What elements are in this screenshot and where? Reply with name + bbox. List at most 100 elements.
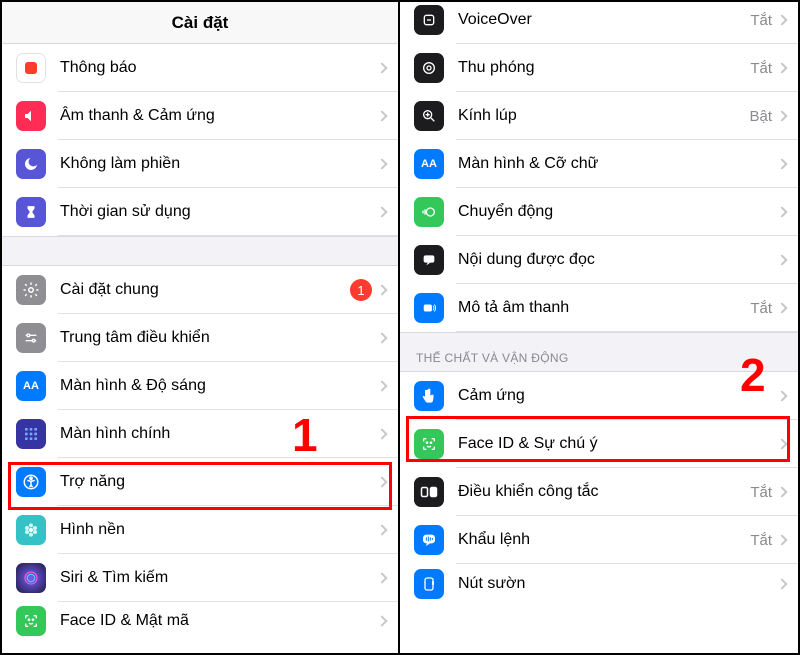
row-display[interactable]: AA Màn hình & Độ sáng <box>2 362 398 410</box>
row-voiceover[interactable]: VoiceOver Tắt <box>400 2 798 44</box>
row-accessibility[interactable]: Trợ năng <box>2 458 398 506</box>
accessibility-icon <box>16 467 46 497</box>
row-screentime[interactable]: Thời gian sử dụng <box>2 188 398 236</box>
chevron-right-icon <box>376 615 387 626</box>
chevron-right-icon <box>376 524 387 535</box>
moon-icon <box>16 149 46 179</box>
row-label: Màn hình & Cỡ chữ <box>458 155 778 173</box>
row-label: Không làm phiền <box>60 155 378 173</box>
row-status: Tắt <box>750 532 772 549</box>
chevron-right-icon <box>776 158 787 169</box>
speech-icon <box>414 245 444 275</box>
magnifier-icon <box>414 101 444 131</box>
zoom-icon <box>414 53 444 83</box>
row-notifications[interactable]: Thông báo <box>2 44 398 92</box>
chevron-right-icon <box>376 332 387 343</box>
row-label: Nút sườn <box>458 575 778 593</box>
row-label: Thời gian sử dụng <box>60 203 378 221</box>
row-sidebutton[interactable]: Nút sườn <box>400 564 798 604</box>
row-label: Màn hình chính <box>60 425 378 443</box>
chevron-right-icon <box>376 206 387 217</box>
settings-main-panel: Cài đặt Thông báo Âm thanh & Cảm ứng <box>2 2 400 653</box>
chevron-right-icon <box>776 390 787 401</box>
touch-icon <box>414 381 444 411</box>
row-siri[interactable]: Siri & Tìm kiếm <box>2 554 398 602</box>
row-audiodesc[interactable]: Mô tả âm thanh Tắt <box>400 284 798 332</box>
row-label: Thu phóng <box>458 59 750 77</box>
chevron-right-icon <box>776 206 787 217</box>
panel-title: Cài đặt <box>2 2 398 44</box>
face-icon <box>16 606 46 636</box>
row-label: Điều khiển công tắc <box>458 483 750 501</box>
chevron-right-icon <box>376 110 387 121</box>
chevron-right-icon <box>376 428 387 439</box>
row-homescreen[interactable]: Màn hình chính <box>2 410 398 458</box>
row-label: Thông báo <box>60 59 378 77</box>
chevron-right-icon <box>776 110 787 121</box>
row-label: Hình nền <box>60 521 378 539</box>
chevron-right-icon <box>776 62 787 73</box>
chevron-right-icon <box>376 62 387 73</box>
chevron-right-icon <box>376 284 387 295</box>
chevron-right-icon <box>776 578 787 589</box>
row-label: Mô tả âm thanh <box>458 299 750 317</box>
row-status: Tắt <box>750 12 772 29</box>
textsize-icon: AA <box>414 149 444 179</box>
chevron-right-icon <box>776 14 787 25</box>
row-voicecontrol[interactable]: Khẩu lệnh Tắt <box>400 516 798 564</box>
row-textsize[interactable]: AA Màn hình & Cỡ chữ <box>400 140 798 188</box>
row-label: Màn hình & Độ sáng <box>60 377 378 395</box>
row-spoken[interactable]: Nội dung được đọc <box>400 236 798 284</box>
accessibility-panel: VoiceOver Tắt Thu phóng Tắt Kính lúp Bật <box>400 2 798 653</box>
row-label: Kính lúp <box>458 107 749 125</box>
row-wallpaper[interactable]: Hình nền <box>2 506 398 554</box>
row-label: Âm thanh & Cảm ứng <box>60 107 378 125</box>
hourglass-icon <box>16 197 46 227</box>
row-zoom[interactable]: Thu phóng Tắt <box>400 44 798 92</box>
face-icon <box>414 429 444 459</box>
chevron-right-icon <box>776 254 787 265</box>
row-dnd[interactable]: Không làm phiền <box>2 140 398 188</box>
row-label: Chuyển động <box>458 203 778 221</box>
notification-badge: 1 <box>350 279 372 301</box>
audiodesc-icon <box>414 293 444 323</box>
flower-icon <box>16 515 46 545</box>
sidebutton-icon <box>414 569 444 599</box>
section-separator <box>2 236 398 266</box>
chevron-right-icon <box>376 158 387 169</box>
chevron-right-icon <box>776 486 787 497</box>
chevron-right-icon <box>776 302 787 313</box>
row-faceid[interactable]: Face ID & Mật mã <box>2 602 398 640</box>
chevron-right-icon <box>776 438 787 449</box>
row-status: Tắt <box>750 300 772 317</box>
switch-icon <box>414 477 444 507</box>
row-touch[interactable]: Cảm ứng <box>400 372 798 420</box>
grid-icon <box>16 419 46 449</box>
voiceover-icon <box>414 5 444 35</box>
section-header-physical: THỂ CHẤT VÀ VẬN ĐỘNG <box>400 332 798 372</box>
chevron-right-icon <box>376 380 387 391</box>
row-label: Khẩu lệnh <box>458 531 750 549</box>
row-label: Cảm ứng <box>458 387 778 405</box>
row-motion[interactable]: Chuyển động <box>400 188 798 236</box>
row-status: Tắt <box>750 484 772 501</box>
voicecontrol-icon <box>414 525 444 555</box>
bell-icon <box>16 53 46 83</box>
textsize-icon: AA <box>16 371 46 401</box>
row-label: VoiceOver <box>458 11 750 29</box>
motion-icon <box>414 197 444 227</box>
row-general[interactable]: Cài đặt chung 1 <box>2 266 398 314</box>
row-switchcontrol[interactable]: Điều khiển công tắc Tắt <box>400 468 798 516</box>
chevron-right-icon <box>376 572 387 583</box>
chevron-right-icon <box>376 476 387 487</box>
chevron-right-icon <box>776 534 787 545</box>
row-label: Trung tâm điều khiển <box>60 329 378 347</box>
gear-icon <box>16 275 46 305</box>
row-sounds[interactable]: Âm thanh & Cảm ứng <box>2 92 398 140</box>
row-magnifier[interactable]: Kính lúp Bật <box>400 92 798 140</box>
row-controlcenter[interactable]: Trung tâm điều khiển <box>2 314 398 362</box>
row-status: Tắt <box>750 60 772 77</box>
row-status: Bật <box>749 108 772 125</box>
row-faceattention[interactable]: Face ID & Sự chú ý <box>400 420 798 468</box>
row-label: Cài đặt chung <box>60 281 350 299</box>
